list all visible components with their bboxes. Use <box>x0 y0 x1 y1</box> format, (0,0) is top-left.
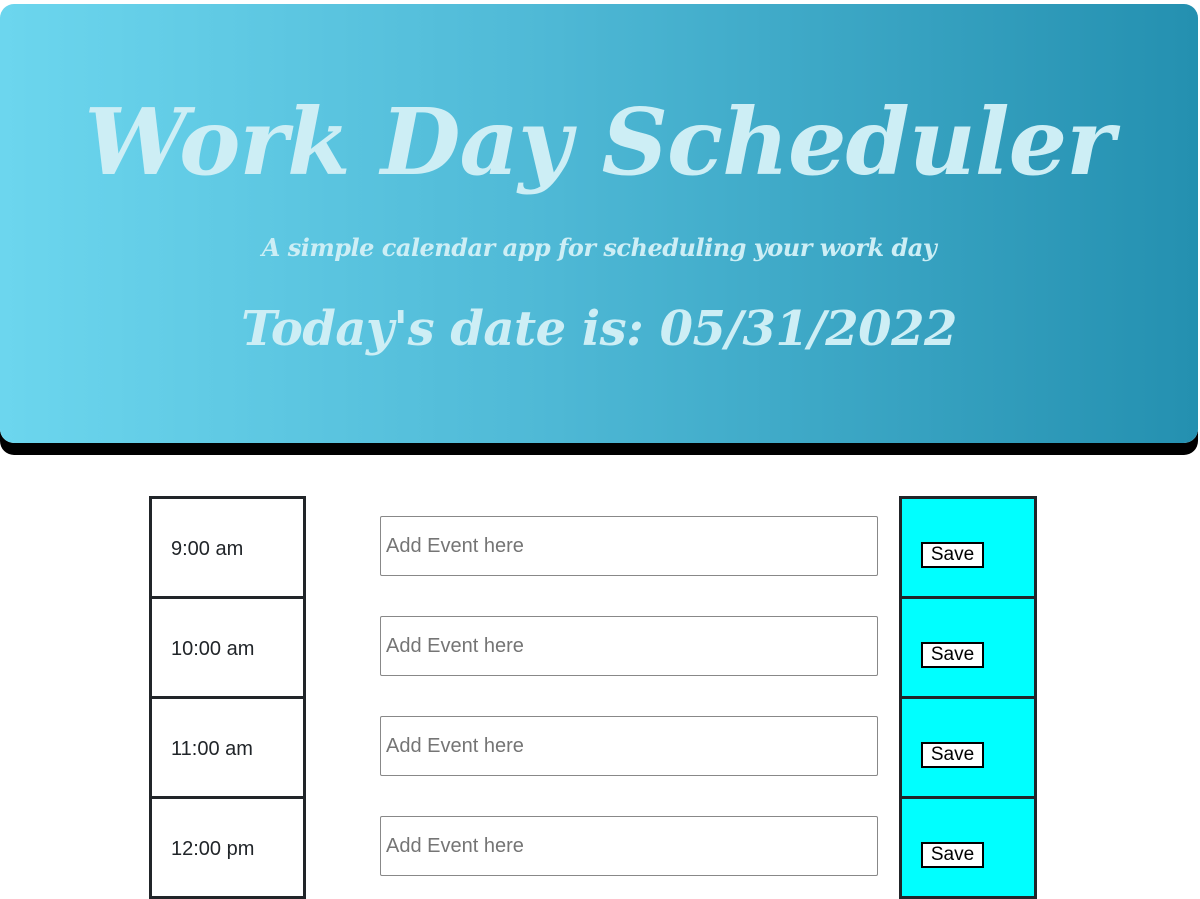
save-button[interactable]: Save <box>921 842 984 868</box>
page-header: Work Day Scheduler A simple calendar app… <box>0 4 1198 443</box>
save-cell: Save <box>899 796 1037 899</box>
time-block-list: 9:00 am Save 10:00 am Save 11:00 am Save… <box>149 496 1037 899</box>
hour-label: 9:00 am <box>149 496 306 596</box>
time-block-row: 10:00 am Save <box>149 596 1037 696</box>
time-block-row: 12:00 pm Save <box>149 796 1037 899</box>
hour-label: 10:00 am <box>149 596 306 696</box>
save-cell: Save <box>899 496 1037 596</box>
time-block-row: 9:00 am Save <box>149 496 1037 596</box>
event-input[interactable] <box>380 516 878 576</box>
event-input[interactable] <box>380 816 878 876</box>
save-cell: Save <box>899 696 1037 796</box>
page-subtitle: A simple calendar app for scheduling you… <box>261 233 937 262</box>
page-title: Work Day Scheduler <box>84 88 1114 196</box>
hour-label: 12:00 pm <box>149 796 306 899</box>
event-input[interactable] <box>380 616 878 676</box>
time-block-row: 11:00 am Save <box>149 696 1037 796</box>
current-date: Today's date is: 05/31/2022 <box>241 301 957 357</box>
save-button[interactable]: Save <box>921 742 984 768</box>
save-button[interactable]: Save <box>921 642 984 668</box>
event-input[interactable] <box>380 716 878 776</box>
hour-label: 11:00 am <box>149 696 306 796</box>
save-cell: Save <box>899 596 1037 696</box>
save-button[interactable]: Save <box>921 542 984 568</box>
